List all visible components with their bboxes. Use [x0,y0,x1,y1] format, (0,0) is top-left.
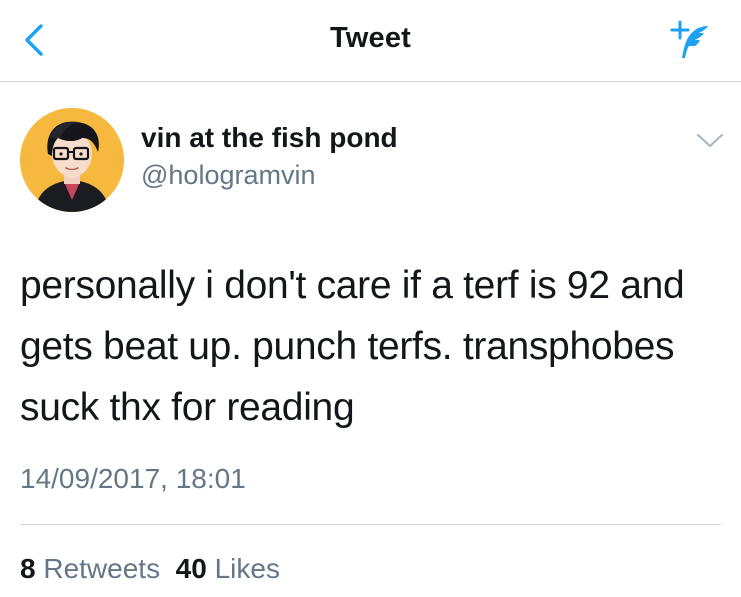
likes-stat[interactable]: 40 Likes [176,553,280,584]
compose-tweet-button[interactable] [664,16,712,64]
likes-label: Likes [214,553,280,584]
divider [20,524,721,525]
page-title: Tweet [329,22,412,54]
retweets-label: Retweets [43,553,161,584]
likes-count: 40 [175,553,207,584]
tweet-timestamp: 14/09/2017, 18:01 [20,463,246,494]
retweets-stat[interactable]: 8 Retweets [20,553,160,584]
tweet-options-button[interactable] [692,126,728,154]
avatar[interactable] [20,108,124,212]
navigation-bar: Tweet [0,0,741,82]
avatar-illustration [20,108,124,212]
tweet-stats: 8 Retweets 40 Likes [20,553,280,585]
author-name[interactable]: vin at the fish pond [141,122,398,154]
chevron-down-icon [696,133,724,148]
author-handle[interactable]: @hologramvin [141,160,316,191]
retweets-count: 8 [20,553,36,584]
compose-tweet-icon [670,20,708,58]
tweet-text: personally i don't care if a terf is 92 … [20,264,685,429]
